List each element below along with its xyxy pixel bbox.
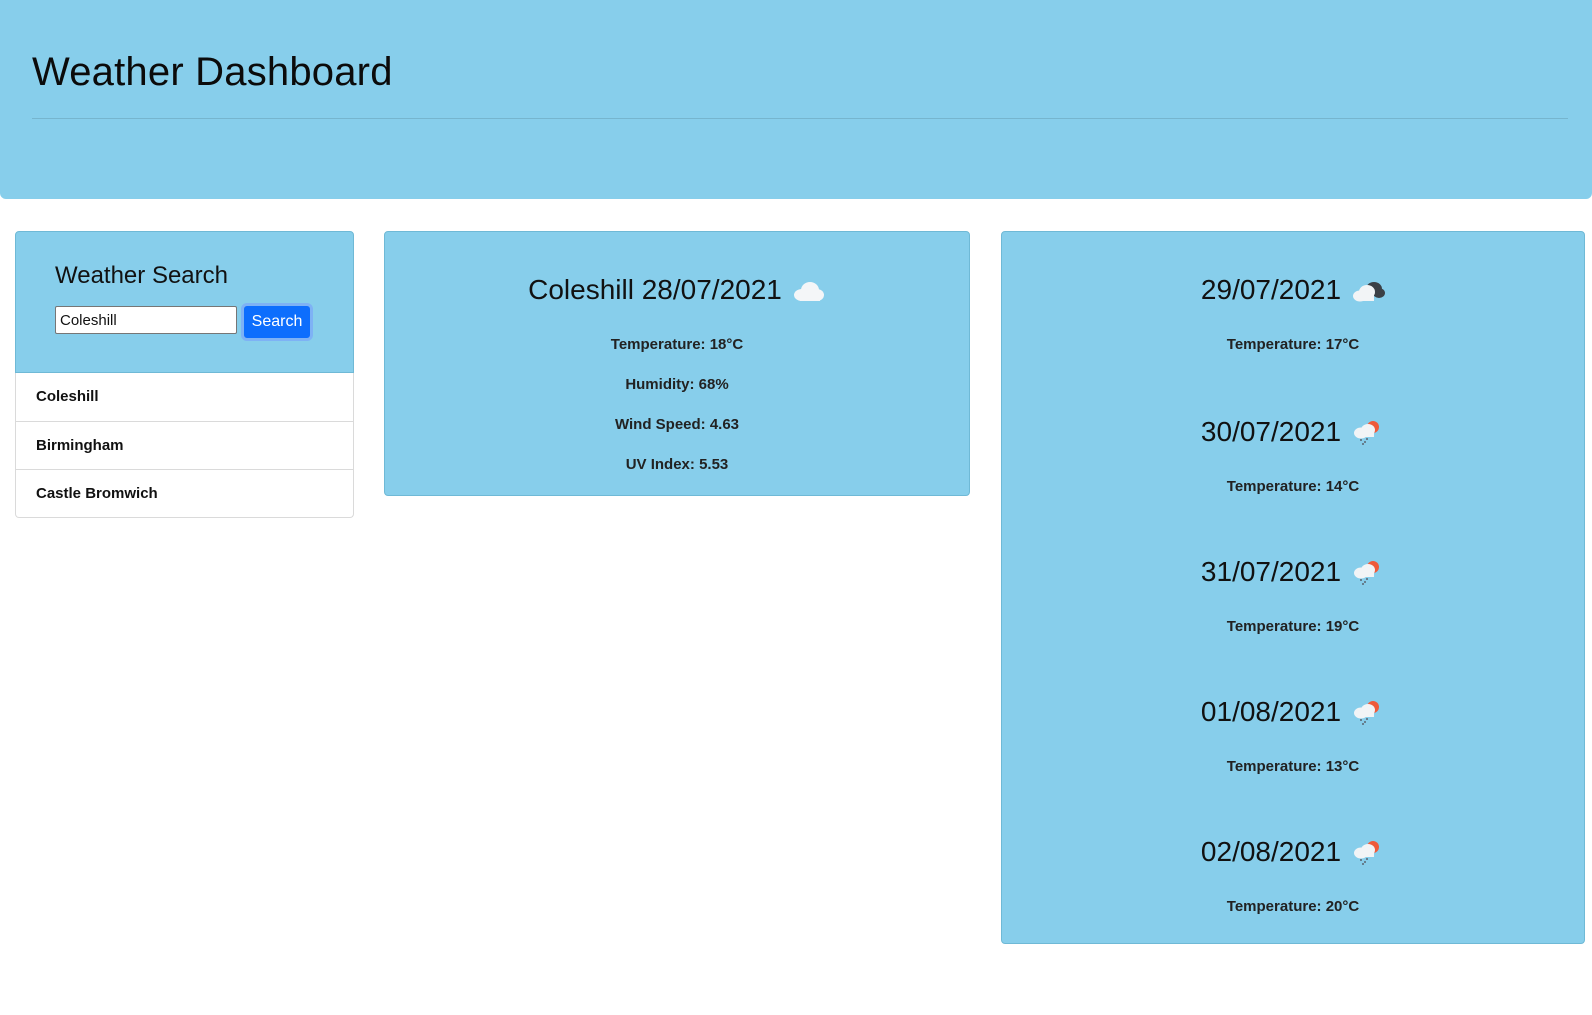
current-humidity: Humidity: 68% [625,376,729,393]
forecast-temperature: Temperature: 14°C [1226,478,1360,495]
history-item-castle-bromwich[interactable]: Castle Bromwich [16,469,353,517]
current-weather-heading: Coleshill 28/07/2021 [385,274,969,306]
search-input[interactable] [55,306,237,334]
forecast-temperature: Temperature: 17°C [1226,336,1360,353]
search-heading: Weather Search [55,262,228,289]
rain-sun-icon [1349,838,1385,866]
search-panel: Weather Search Search [15,231,354,373]
header-divider [32,118,1568,119]
forecast-date: 29/07/2021 [1200,274,1342,305]
page-header: Weather Dashboard [0,0,1592,199]
forecast-temperature: Temperature: 19°C [1226,618,1360,635]
history-item-birmingham[interactable]: Birmingham [16,421,353,469]
search-button[interactable]: Search [241,303,313,341]
forecast-day: 29/07/2021 Temperature: 17°C [1002,232,1584,353]
current-weather-card: Coleshill 28/07/2021 Temperature: 18°C H… [384,231,970,496]
page-title: Weather Dashboard [32,50,393,94]
forecast-date: 31/07/2021 [1200,556,1342,587]
forecast-day: 30/07/2021 Temperature: 14°C [1002,374,1584,495]
rain-sun-icon [1349,418,1385,446]
current-wind-speed: Wind Speed: 4.63 [614,416,740,433]
cloud-icon [790,276,826,304]
forecast-panel: 29/07/2021 Temperature: 17°C 30/07/2021 [1001,231,1585,944]
history-item-coleshill[interactable]: Coleshill [16,373,353,421]
current-uv-index: UV Index: 5.53 [625,456,729,473]
rain-sun-icon [1349,558,1385,586]
current-temperature: Temperature: 18°C [610,336,744,353]
forecast-date: 30/07/2021 [1200,416,1342,447]
rain-sun-icon [1349,698,1385,726]
broken-clouds-icon [1349,276,1386,304]
forecast-temperature: Temperature: 20°C [1226,898,1360,915]
forecast-temperature: Temperature: 13°C [1226,758,1360,775]
forecast-day: 31/07/2021 Temperature: 19°C [1002,514,1584,635]
forecast-day: 02/08/2021 Temperature: 20°C [1002,794,1584,915]
search-history-list: Coleshill Birmingham Castle Bromwich [15,373,354,518]
forecast-day: 01/08/2021 Temperature: 13°C [1002,654,1584,775]
forecast-date: 02/08/2021 [1200,836,1342,867]
current-weather-title: Coleshill 28/07/2021 [528,274,782,305]
forecast-date: 01/08/2021 [1200,696,1342,727]
